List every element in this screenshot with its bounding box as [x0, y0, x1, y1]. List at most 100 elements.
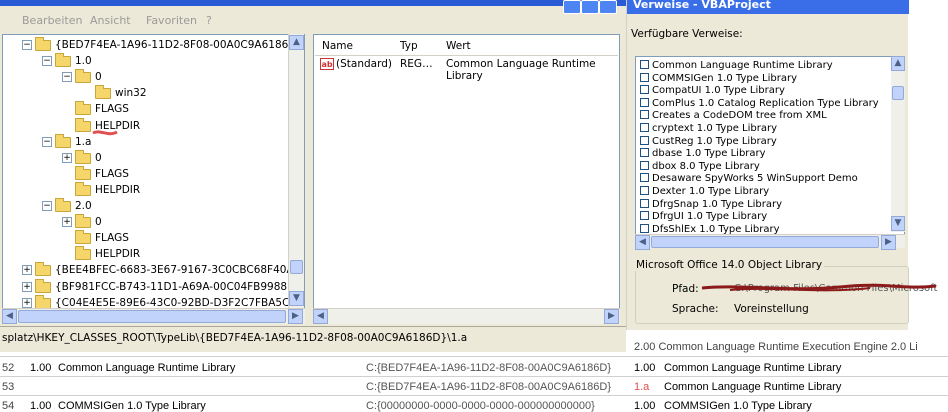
tree-node-label: FLAGS	[95, 167, 129, 180]
maximize-icon[interactable]	[581, 0, 599, 14]
tree-node[interactable]: − 1.a	[3, 133, 293, 150]
registry-tree[interactable]: − {BED7F4EA-1A96-11D2-8F08-00A0C9A6186D} −…	[2, 34, 305, 324]
regedit-menubar: Bearbeiten Ansicht Favoriten ?	[0, 6, 626, 34]
tree-node[interactable]: +0	[3, 149, 293, 166]
reference-item[interactable]: Desaware SpyWorks 5 WinSupport Demo	[640, 173, 858, 186]
scroll-up-icon[interactable]: ▲	[289, 35, 304, 50]
reference-item[interactable]: cryptext 1.0 Type Library	[640, 123, 777, 136]
refs-scroll-thumb[interactable]	[892, 86, 904, 100]
tree-node[interactable]: + {BEE4BFEC-6683-3E67-9167-3C0CBC68F40A}	[3, 262, 300, 278]
tree-node[interactable]: FLAGS	[3, 230, 293, 246]
sprache-value: Voreinstellung	[734, 303, 809, 315]
reference-item[interactable]: Common Language Runtime Library	[640, 60, 833, 73]
references-titlebar[interactable]: Verweise - VBAProject	[563, 0, 909, 14]
value-row-default[interactable]: ab (Standard) REG… Common Language Runti…	[320, 57, 620, 82]
reference-item[interactable]: COMMSIGen 1.0 Type Library	[640, 72, 797, 86]
minimize-icon[interactable]	[563, 0, 581, 14]
expand-icon[interactable]: +	[22, 297, 32, 308]
collapse-icon[interactable]: −	[42, 201, 52, 211]
values-horizontal-scrollbar[interactable]: ◀ ▶	[313, 308, 620, 324]
column-type[interactable]: Typ	[400, 37, 418, 55]
column-value[interactable]: Wert	[446, 37, 471, 55]
scroll-left-icon[interactable]: ◀	[2, 309, 17, 324]
close-icon[interactable]	[599, 0, 617, 14]
scroll-up-icon[interactable]: ▲	[891, 56, 905, 71]
tree-node[interactable]: − 1.0	[3, 53, 293, 69]
tree-scroll-thumb[interactable]	[290, 260, 303, 274]
expand-icon[interactable]: +	[22, 281, 32, 292]
sheet-row-divider	[0, 376, 948, 377]
menu-ansicht[interactable]: Ansicht	[90, 14, 131, 27]
sheet-typelib-key: C:{BED7F4EA-1A96-11D2-8F08-00A0C9A6186D}	[366, 381, 611, 393]
references-list[interactable]: Common Language Runtime Library COMMSIGen…	[635, 56, 905, 236]
reference-checkbox[interactable]	[640, 60, 649, 69]
tree-node[interactable]: HELPDIR	[3, 181, 293, 198]
refs-vertical-scrollbar[interactable]: ▲ ▼	[891, 56, 905, 232]
reference-item[interactable]: CustReg 1.0 Type Library	[640, 135, 777, 149]
sheet-right-top: 2.00 Common Language Runtime Execution E…	[634, 341, 918, 353]
reference-checkbox[interactable]	[640, 97, 649, 107]
collapse-icon[interactable]: −	[42, 56, 52, 67]
tree-hscroll-thumb[interactable]	[18, 310, 286, 323]
reference-item[interactable]: Creates a CodeDOM tree from XML	[640, 110, 827, 123]
scroll-down-icon[interactable]: ▼	[289, 291, 304, 306]
collapse-icon[interactable]: −	[62, 72, 72, 83]
tree-horizontal-scrollbar[interactable]: ◀ ▶	[2, 308, 305, 324]
reference-checkbox[interactable]	[640, 110, 649, 120]
sheet-right-version: 1.00	[634, 362, 656, 374]
reference-item[interactable]: ComPlus 1.0 Catalog Replication Type Lib…	[640, 97, 879, 111]
tree-node[interactable]: HELPDIR	[3, 246, 293, 262]
tree-vertical-scrollbar[interactable]: ▲ ▼	[288, 34, 304, 308]
menu-bearbeiten[interactable]: Bearbeiten	[22, 14, 82, 27]
menu-help[interactable]: ?	[206, 14, 212, 27]
reference-checkbox[interactable]	[640, 186, 649, 195]
reference-item[interactable]: CompatUI 1.0 Type Library	[640, 85, 785, 98]
tree-node-label: 0	[95, 151, 102, 164]
menu-favoriten[interactable]: Favoriten	[146, 14, 197, 27]
scroll-right-icon[interactable]: ▶	[881, 235, 896, 250]
tree-node[interactable]: − 2.0	[3, 198, 293, 214]
expand-icon[interactable]: +	[62, 152, 72, 163]
scroll-down-icon[interactable]: ▼	[891, 216, 905, 231]
tree-node-label: {BEE4BFEC-6683-3E67-9167-3C0CBC68F40A}	[55, 264, 301, 277]
values-list[interactable]: Name Typ Wert ab (Standard) REG… Common …	[313, 34, 620, 324]
scroll-right-icon[interactable]: ▶	[604, 309, 619, 324]
reference-item[interactable]: dbase 1.0 Type Library	[640, 148, 766, 161]
tree-node[interactable]: − {BED7F4EA-1A96-11D2-8F08-00A0C9A6186D}	[3, 37, 303, 53]
reference-checkbox[interactable]	[640, 72, 649, 82]
folder-icon	[75, 246, 91, 261]
reference-checkbox[interactable]	[640, 211, 649, 221]
reference-checkbox[interactable]	[640, 198, 649, 208]
scroll-left-icon[interactable]: ◀	[635, 235, 650, 250]
column-name[interactable]: Name	[322, 37, 353, 55]
reference-checkbox[interactable]	[640, 135, 649, 145]
reference-item[interactable]: Dexter 1.0 Type Library	[640, 186, 769, 199]
expand-icon[interactable]: +	[22, 265, 32, 276]
folder-icon	[35, 37, 51, 51]
reference-item[interactable]: DfrgUI 1.0 Type Library	[640, 211, 767, 224]
expand-icon[interactable]: +	[62, 217, 72, 228]
reference-item[interactable]: dbox 8.0 Type Library	[640, 160, 760, 174]
tree-node-label: FLAGS	[95, 232, 129, 245]
scroll-left-icon[interactable]: ◀	[313, 309, 328, 324]
tree-node[interactable]: FLAGS	[3, 101, 293, 117]
collapse-icon[interactable]: −	[42, 136, 52, 147]
reference-checkbox[interactable]	[640, 148, 649, 158]
collapse-icon[interactable]: −	[22, 40, 32, 50]
refs-hscroll-thumb[interactable]	[651, 236, 879, 248]
reference-checkbox[interactable]	[640, 160, 649, 170]
tree-node[interactable]: +0	[3, 214, 293, 230]
reference-checkbox[interactable]	[640, 173, 649, 183]
reference-checkbox[interactable]	[640, 85, 649, 95]
tree-node[interactable]: HELPDIR	[3, 117, 293, 134]
reference-checkbox[interactable]	[640, 223, 649, 233]
tree-node[interactable]: + {BF981FCC-B743-11D1-A69A-00C04FB9988E}	[3, 278, 300, 295]
tree-node[interactable]: FLAGS	[3, 165, 293, 182]
refs-horizontal-scrollbar[interactable]: ◀ ▶	[635, 234, 905, 250]
reference-item[interactable]: DfrgSnap 1.0 Type Library	[640, 198, 782, 212]
tree-node[interactable]: win32	[3, 85, 293, 101]
scroll-right-icon[interactable]: ▶	[288, 309, 303, 324]
tree-node[interactable]: −0	[3, 69, 293, 85]
sheet-right-name: Common Language Runtime Library	[664, 381, 842, 393]
reference-checkbox[interactable]	[640, 123, 649, 132]
